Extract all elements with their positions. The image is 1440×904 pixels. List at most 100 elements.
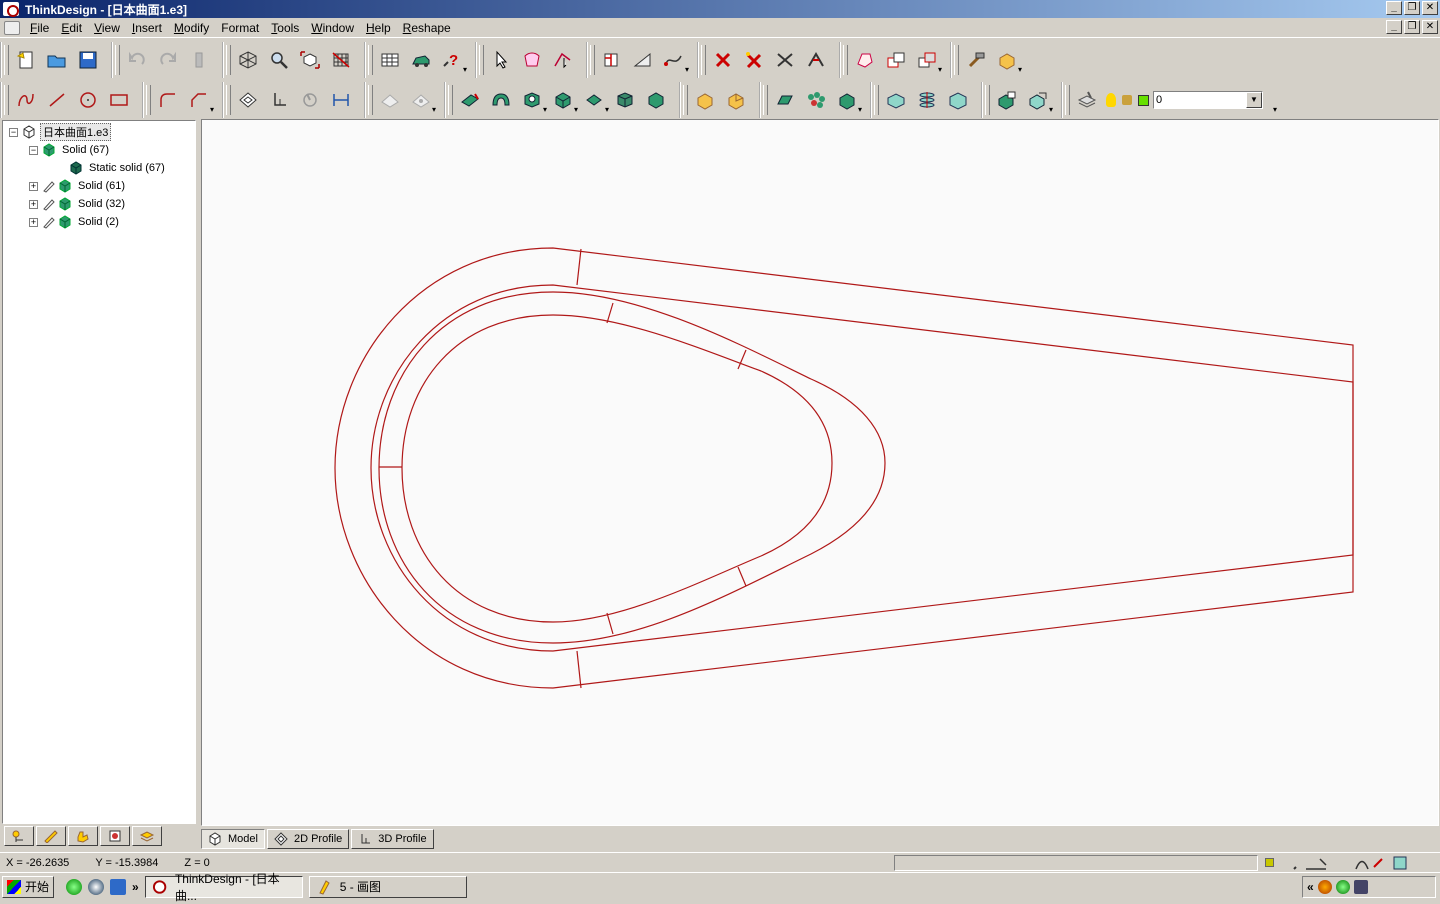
hammer-button[interactable]	[960, 44, 991, 76]
snap-mode-icons[interactable]	[1290, 855, 1410, 871]
delete-button[interactable]	[707, 44, 738, 76]
expand-icon[interactable]: +	[29, 199, 38, 209]
tray-app-icon[interactable]	[1317, 880, 1332, 894]
task-thinkdesign[interactable]: ThinkDesign - [日本曲...	[144, 872, 303, 903]
line-button[interactable]	[41, 84, 72, 116]
table-button[interactable]	[374, 44, 405, 76]
new-button[interactable]	[10, 44, 41, 76]
pattern-button[interactable]	[800, 84, 831, 116]
tree-item-solid-2[interactable]: + Solid (2)	[29, 213, 119, 231]
save-button[interactable]	[72, 44, 103, 76]
tab-3d-profile[interactable]: 3D Profile	[351, 829, 434, 849]
doc-restore-button[interactable]: ❐	[1404, 20, 1420, 34]
select-edge-button[interactable]	[547, 44, 578, 76]
box-solid-button[interactable]	[609, 84, 640, 116]
undo-button[interactable]	[121, 44, 152, 76]
transform-button[interactable]	[294, 84, 325, 116]
expand-icon[interactable]: +	[29, 181, 38, 191]
axis-button[interactable]	[263, 84, 294, 116]
extrude-button[interactable]	[454, 84, 485, 116]
hole-button[interactable]	[516, 84, 547, 116]
ie-icon[interactable]	[66, 878, 83, 895]
draft-button[interactable]	[578, 84, 609, 116]
menu-file[interactable]: File	[24, 21, 55, 35]
tree-item-solid-67[interactable]: − Solid (67)	[29, 141, 109, 159]
tray-chevron[interactable]: «	[1307, 880, 1314, 894]
assembly-button[interactable]	[991, 84, 1022, 116]
measure-button[interactable]	[596, 44, 627, 76]
spline-button[interactable]	[10, 84, 41, 116]
restore-button[interactable]: ❐	[1404, 1, 1420, 15]
view-orientation-button[interactable]	[232, 44, 263, 76]
tray-play-icon[interactable]	[1335, 880, 1350, 894]
subtract-button[interactable]	[720, 84, 751, 116]
repeat-button[interactable]	[183, 44, 214, 76]
task-paint[interactable]: 5 - 画图	[308, 875, 467, 898]
collapse-icon[interactable]: −	[29, 145, 38, 155]
layer-more-button[interactable]	[1263, 84, 1277, 116]
analyze-button[interactable]	[627, 44, 658, 76]
shape-button[interactable]	[849, 44, 880, 76]
menu-window[interactable]: Window	[305, 21, 360, 35]
union-button[interactable]	[689, 84, 720, 116]
thinkdesign-app-icon[interactable]	[3, 2, 19, 17]
move-shape-button[interactable]	[911, 44, 942, 76]
menu-format[interactable]: Format	[215, 21, 265, 35]
chamfer-button[interactable]	[183, 84, 214, 116]
copy-shape-button[interactable]	[880, 44, 911, 76]
chevron-down-icon[interactable]: ▼	[1246, 92, 1262, 108]
menu-tools[interactable]: Tools	[265, 21, 305, 35]
menu-modify[interactable]: Modify	[168, 21, 215, 35]
select-button[interactable]	[485, 44, 516, 76]
media-player-icon[interactable]	[88, 878, 105, 895]
layer-combo[interactable]: 0 ▼	[1106, 89, 1263, 111]
tree-item-static-solid-67[interactable]: Static solid (67)	[69, 159, 165, 177]
curve-tools-button[interactable]	[658, 44, 689, 76]
tab-hand[interactable]	[68, 826, 98, 846]
rectangle-button[interactable]	[103, 84, 134, 116]
minimize-button[interactable]: _	[1386, 1, 1402, 15]
start-button[interactable]: 开始	[2, 875, 55, 898]
plane-button[interactable]	[232, 84, 263, 116]
solid-ops-button[interactable]	[831, 84, 862, 116]
delete-special-button[interactable]	[738, 44, 769, 76]
tree-root[interactable]: − 日本曲面1.e3	[9, 123, 112, 141]
tab-layers[interactable]	[132, 826, 162, 846]
menu-view[interactable]: View	[88, 21, 126, 35]
close-button[interactable]: ✕	[1422, 1, 1438, 15]
tab-2d-profile[interactable]: 2D Profile	[266, 829, 350, 849]
menu-insert[interactable]: Insert	[126, 21, 168, 35]
fit-view-button[interactable]	[294, 44, 325, 76]
menu-reshape[interactable]: Reshape	[397, 21, 457, 35]
tree-item-solid-61[interactable]: + Solid (61)	[29, 177, 125, 195]
layer-select[interactable]: 0 ▼	[1153, 91, 1263, 109]
quick-launch-chevron[interactable]: »	[132, 880, 139, 894]
tab-render[interactable]	[100, 826, 130, 846]
select-surface-button[interactable]	[516, 44, 547, 76]
constraint-more-button[interactable]	[405, 84, 436, 116]
assembly-more-button[interactable]	[1022, 84, 1053, 116]
constraint-button[interactable]	[374, 84, 405, 116]
grid-button[interactable]	[325, 44, 356, 76]
revolve-button[interactable]	[485, 84, 516, 116]
menu-help[interactable]: Help	[360, 21, 397, 35]
document-icon[interactable]	[4, 20, 20, 35]
menu-edit[interactable]: Edit	[55, 21, 88, 35]
collapse-icon[interactable]: −	[9, 127, 18, 137]
feature-button[interactable]	[769, 84, 800, 116]
section-button[interactable]	[911, 84, 942, 116]
lightbulb-icon[interactable]	[1106, 93, 1116, 107]
box-tool-button[interactable]	[991, 44, 1022, 76]
zoom-button[interactable]	[263, 44, 294, 76]
solid-shape-button[interactable]	[640, 84, 671, 116]
tree-item-solid-32[interactable]: + Solid (32)	[29, 195, 125, 213]
lock-icon[interactable]	[1122, 95, 1132, 105]
shell-button[interactable]	[547, 84, 578, 116]
expand-icon[interactable]: +	[29, 217, 38, 227]
doc-minimize-button[interactable]: _	[1386, 20, 1402, 34]
tab-tree[interactable]	[4, 826, 34, 846]
model-viewport[interactable]	[201, 119, 1439, 826]
open-button[interactable]	[41, 44, 72, 76]
tray-network-icon[interactable]	[1353, 880, 1368, 894]
redo-button[interactable]	[152, 44, 183, 76]
